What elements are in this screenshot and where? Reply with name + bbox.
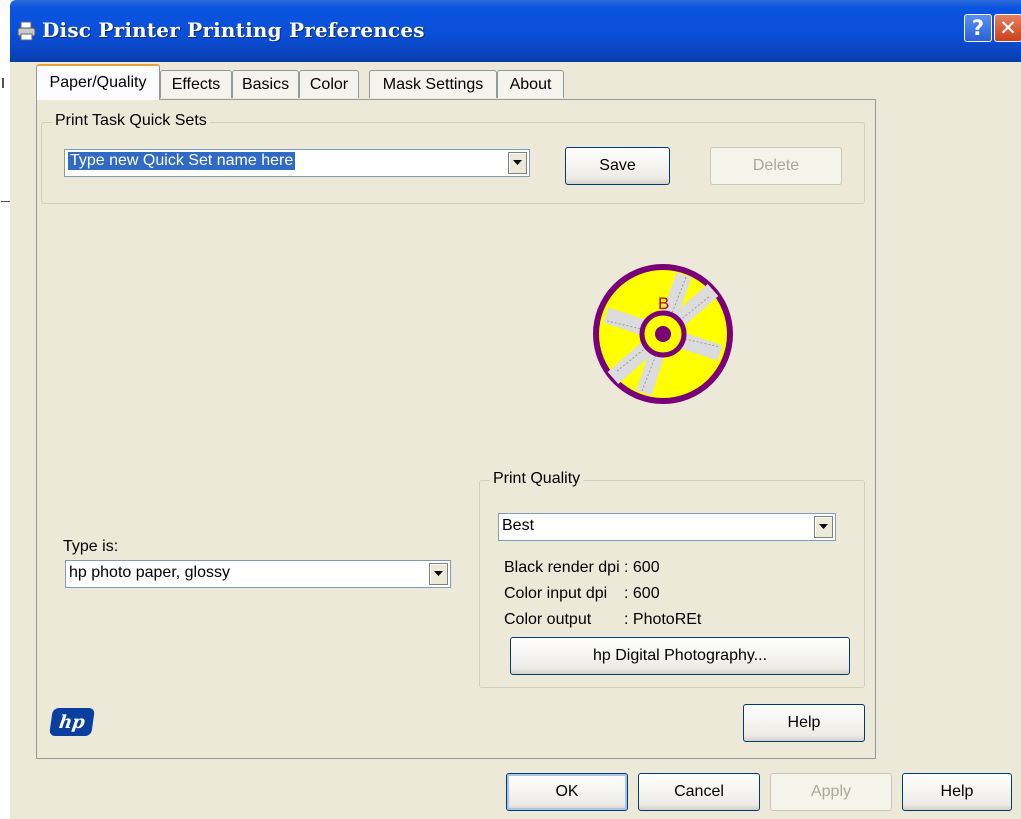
black-dpi-key: Black render dpi — [504, 559, 620, 576]
black-dpi-value: : 600 — [624, 559, 660, 576]
chevron-down-icon[interactable] — [508, 152, 527, 174]
color-input-dpi-value: : 600 — [624, 585, 660, 602]
hp-logo: hp — [49, 708, 95, 736]
tab-mask-settings[interactable]: Mask Settings — [369, 70, 497, 98]
chevron-down-icon[interactable] — [429, 563, 448, 585]
help-button[interactable]: Help — [902, 773, 1012, 811]
color-input-dpi-key: Color input dpi — [504, 585, 608, 602]
tab-color[interactable]: Color — [299, 70, 359, 98]
print-quality-group: Print Quality Best Black render dpi : 60… — [479, 470, 865, 688]
title-bar[interactable]: Disc Printer Printing Preferences ? ✕ — [10, 0, 1021, 62]
paper-type-value: hp photo paper, glossy — [69, 564, 231, 581]
delete-button[interactable]: Delete — [710, 147, 842, 185]
tab-basics[interactable]: Basics — [232, 70, 299, 98]
color-output-key: Color output — [504, 611, 592, 628]
paper-type-label: Type is: — [63, 538, 119, 555]
color-output-value: : PhotoREt — [624, 611, 702, 628]
close-button[interactable]: ✕ — [994, 14, 1021, 42]
tab-effects[interactable]: Effects — [160, 70, 232, 98]
quick-sets-legend: Print Task Quick Sets — [52, 112, 210, 130]
help-title-button[interactable]: ? — [964, 14, 992, 42]
tab-about[interactable]: About — [497, 70, 564, 98]
apply-button[interactable]: Apply — [770, 773, 892, 811]
chevron-down-icon[interactable] — [814, 516, 833, 538]
hp-digital-photography-button[interactable]: hp Digital Photography... — [510, 637, 850, 675]
panel-help-button[interactable]: Help — [743, 704, 865, 742]
tab-panel-paper-quality: Print Task Quick Sets Type new Quick Set… — [36, 99, 876, 759]
quick-sets-group: Print Task Quick Sets Type new Quick Set… — [41, 112, 865, 204]
print-quality-legend: Print Quality — [490, 470, 584, 488]
cancel-button[interactable]: Cancel — [638, 773, 760, 811]
print-quality-value: Best — [502, 517, 535, 534]
dialog-window: Disc Printer Printing Preferences ? ✕ Pa… — [10, 0, 1021, 819]
printer-icon — [16, 20, 38, 47]
ok-button[interactable]: OK — [506, 773, 628, 811]
paper-type-combo[interactable]: hp photo paper, glossy — [65, 560, 451, 588]
quick-set-name-combo[interactable]: Type new Quick Set name here — [64, 149, 530, 177]
window-title: Disc Printer Printing Preferences — [42, 18, 425, 42]
save-button[interactable]: Save — [565, 147, 670, 185]
print-quality-combo[interactable]: Best — [498, 513, 836, 541]
disc-letter: B — [658, 294, 669, 313]
tab-paper-quality[interactable]: Paper/Quality — [36, 64, 160, 100]
quick-set-name-value[interactable]: Type new Quick Set name here — [68, 152, 296, 170]
disc-preview-image: B — [592, 263, 734, 405]
